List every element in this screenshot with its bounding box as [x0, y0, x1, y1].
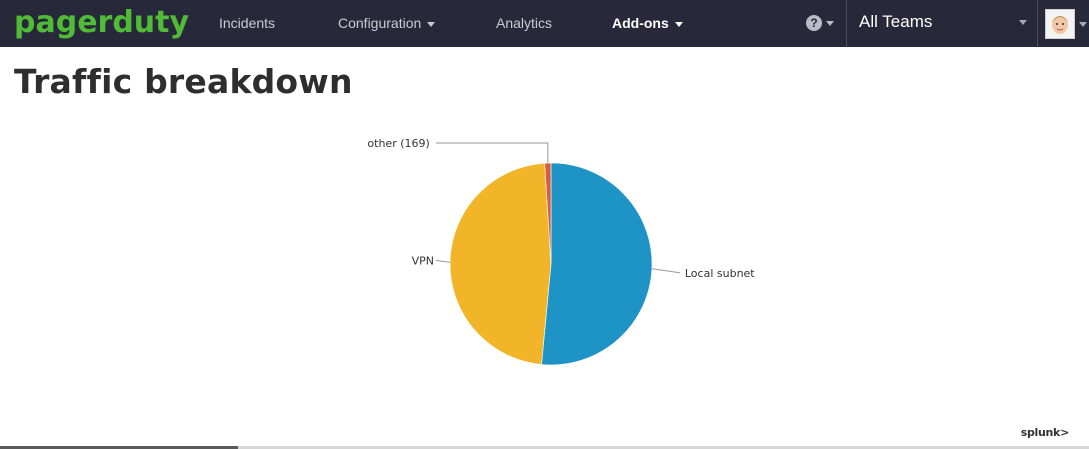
leader-line — [651, 268, 680, 274]
help-menu[interactable]: ? — [806, 15, 838, 32]
pagerduty-logo[interactable]: pagerduty — [14, 3, 189, 43]
nav-configuration[interactable]: Configuration — [338, 0, 436, 47]
avatar — [1045, 9, 1075, 39]
chevron-down-icon — [1019, 20, 1027, 25]
pie-slice-local-subnet[interactable] — [541, 162, 653, 366]
chevron-down-icon — [826, 21, 834, 26]
teams-selector[interactable]: All Teams — [846, 0, 1038, 47]
nav-analytics[interactable]: Analytics — [496, 0, 552, 47]
question-circle-icon: ? — [806, 15, 822, 31]
chevron-down-icon — [1079, 22, 1087, 27]
traffic-pie-chart: Local subnet VPN other (169) — [367, 137, 755, 366]
slice-label: Local subnet — [685, 267, 755, 280]
leader-line — [435, 259, 451, 263]
avatar-face-icon — [1052, 16, 1068, 34]
splunk-logo: splunk> — [1020, 426, 1070, 439]
nav-incidents[interactable]: Incidents — [219, 0, 275, 47]
slice-label: other (169) — [367, 137, 429, 150]
top-navigation-bar: pagerduty Incidents Configuration Analyt… — [0, 0, 1089, 47]
nav-add-ons-label: Add-ons — [612, 15, 669, 31]
slice-label: VPN — [412, 254, 434, 267]
page-title: Traffic breakdown — [14, 62, 353, 101]
user-menu[interactable] — [1045, 9, 1089, 39]
pie-slice-vpn[interactable] — [449, 162, 552, 365]
nav-add-ons[interactable]: Add-ons — [612, 0, 683, 47]
nav-configuration-label: Configuration — [338, 15, 422, 31]
nav-incidents-label: Incidents — [219, 15, 276, 31]
nav-analytics-label: Analytics — [496, 15, 553, 31]
teams-selector-label: All Teams — [859, 12, 933, 31]
chevron-down-icon — [674, 21, 683, 27]
leader-line — [435, 142, 549, 164]
chevron-down-icon — [427, 21, 436, 27]
